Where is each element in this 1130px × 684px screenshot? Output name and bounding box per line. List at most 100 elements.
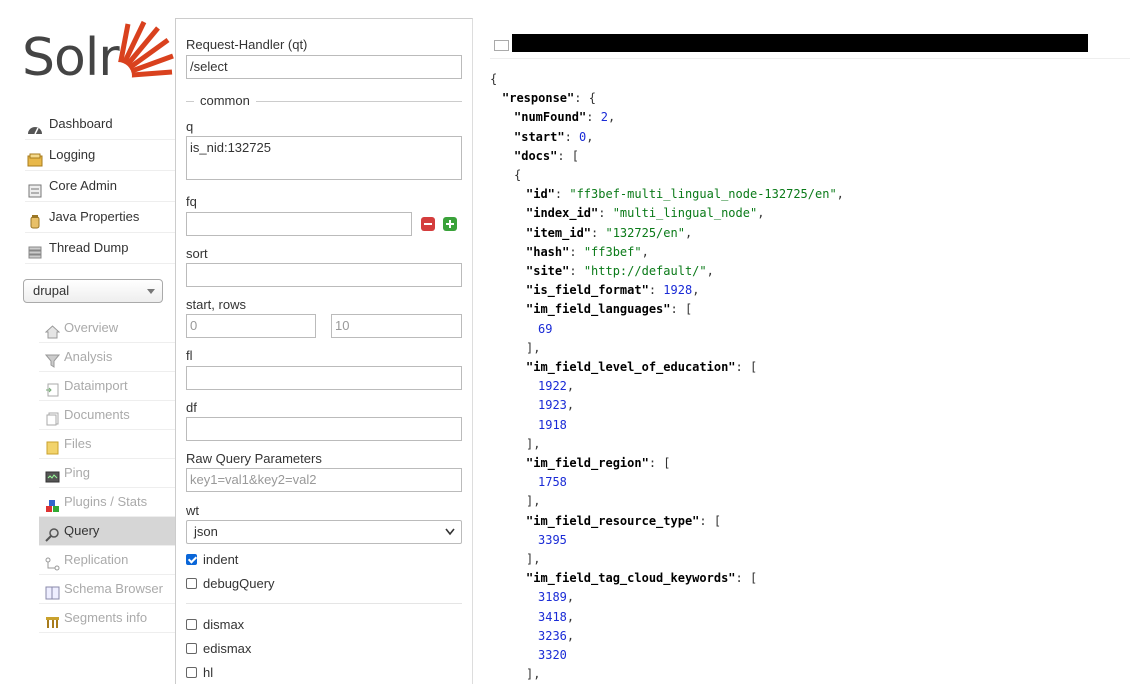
core-menu-files-label: Files (64, 436, 92, 451)
chevron-down-icon (445, 528, 455, 536)
menu-java-properties[interactable]: Java Properties (25, 202, 175, 233)
json-token: "start" (514, 129, 565, 144)
core-menu-query-label: Query (64, 523, 100, 538)
json-token: "multi_lingual_node" (612, 206, 758, 221)
json-token: 3395 (538, 532, 567, 547)
sort-input[interactable] (186, 263, 462, 287)
core-menu-plugins-stats[interactable]: Plugins / Stats (39, 488, 175, 517)
core-menu-ping[interactable]: Ping (39, 459, 175, 488)
core-menu-analysis[interactable]: Analysis (39, 343, 175, 372)
wt-select-value: json (194, 524, 218, 539)
json-token: : (554, 187, 570, 202)
hl-checkbox-box[interactable] (186, 667, 197, 678)
json-token: "hash" (526, 244, 570, 259)
json-token: , (586, 129, 594, 144)
json-token: , (706, 264, 714, 278)
indent-checkbox-box[interactable] (186, 554, 197, 565)
core-menu-replication[interactable]: Replication (39, 546, 175, 575)
debugquery-checkbox[interactable]: debugQuery (186, 576, 275, 591)
dismax-checkbox-box[interactable] (186, 619, 197, 630)
replication-icon (45, 553, 60, 571)
raw-params-input[interactable]: key1=val1&key2=val2 (186, 468, 462, 492)
json-line: ], (526, 550, 540, 569)
remove-fq-button[interactable] (421, 217, 435, 231)
json-token: , (566, 379, 575, 394)
core-menu-replication-label: Replication (64, 552, 129, 567)
logging-icon (27, 148, 43, 167)
core-admin-icon (27, 179, 43, 198)
json-token: "site" (526, 264, 570, 278)
core-menu-files[interactable]: Files (39, 430, 175, 459)
edismax-label: edismax (203, 641, 252, 656)
menu-logging[interactable]: Logging (25, 140, 175, 171)
json-token: ], (526, 340, 541, 355)
ping-icon (45, 466, 60, 483)
fl-input[interactable] (186, 366, 462, 390)
core-menu-segments-info[interactable]: Segments info (39, 604, 175, 633)
menu-core-admin-label: Core Admin (49, 178, 117, 193)
json-token: "132725/en" (605, 225, 685, 240)
json-line: ], (526, 435, 540, 454)
json-token: "docs" (514, 148, 558, 163)
json-line: "im_field_resource_type": [ (526, 512, 721, 531)
options-divider (186, 603, 462, 604)
json-token: , (641, 244, 649, 259)
dismax-checkbox[interactable]: dismax (186, 617, 244, 632)
core-menu-segments-label: Segments info (64, 610, 148, 625)
json-token: 1928 (663, 283, 693, 298)
solr-sun-icon (110, 20, 174, 84)
start-input[interactable]: 0 (186, 314, 316, 338)
json-token: 3189 (538, 590, 567, 605)
menu-core-admin[interactable]: Core Admin (25, 171, 175, 202)
json-token: { (514, 168, 522, 182)
json-line: "docs": [ (514, 147, 579, 166)
json-token: , (566, 398, 575, 413)
core-menu-query[interactable]: Query (39, 517, 175, 546)
core-menu-overview[interactable]: Overview (39, 314, 175, 343)
request-handler-label: Request-Handler (qt) (186, 37, 308, 52)
fq-input[interactable] (186, 212, 412, 236)
menu-dashboard[interactable]: Dashboard (25, 109, 175, 140)
edismax-checkbox[interactable]: edismax (186, 641, 251, 656)
rows-input[interactable]: 10 (331, 314, 462, 338)
overview-icon (44, 321, 61, 339)
menu-dashboard-label: Dashboard (49, 116, 113, 131)
core-selector[interactable]: drupal (23, 279, 163, 303)
dashboard-icon (27, 117, 43, 135)
core-menu-dataimport[interactable]: Dataimport (39, 372, 175, 401)
json-token: "item_id" (526, 225, 592, 240)
q-input[interactable]: is_nid:132725 (186, 136, 462, 180)
json-line: "item_id": "132725/en", (526, 224, 692, 243)
json-token: : (569, 244, 584, 259)
wt-select[interactable]: json (186, 520, 462, 544)
json-line: 3189, (538, 588, 574, 607)
json-token: : (648, 283, 664, 298)
dismax-label: dismax (203, 617, 245, 632)
json-token: : [ (557, 148, 580, 163)
hl-label: hl (203, 665, 214, 680)
json-token: : [ (648, 456, 671, 470)
add-fq-button[interactable] (443, 217, 457, 231)
core-menu-schema-browser[interactable]: Schema Browser (39, 575, 175, 604)
debugquery-checkbox-box[interactable] (186, 578, 197, 589)
edismax-checkbox-box[interactable] (186, 643, 197, 654)
request-handler-input[interactable]: /select (186, 55, 462, 79)
hl-checkbox[interactable]: hl (186, 665, 213, 680)
solr-logo[interactable]: Solr (22, 18, 174, 88)
json-line: { (514, 166, 521, 185)
wt-label: wt (186, 503, 199, 518)
core-menu-documents[interactable]: Documents (39, 401, 175, 430)
request-url[interactable]: http://.../solr/drupal/select?q=is_nid%3… (490, 34, 1130, 59)
json-line: 1918 (538, 416, 567, 435)
dataimport-icon (45, 379, 60, 397)
fq-label: fq (186, 194, 197, 209)
json-token: 3418 (538, 609, 567, 624)
menu-thread-dump[interactable]: Thread Dump (25, 233, 175, 264)
json-token: : [ (699, 513, 722, 528)
common-legend: common (194, 93, 256, 108)
df-input[interactable] (186, 417, 462, 441)
json-token: 2 (600, 110, 608, 125)
indent-checkbox[interactable]: indent (186, 552, 238, 567)
json-line: "start": 0, (514, 128, 594, 147)
json-line: "im_field_region": [ (526, 454, 671, 473)
